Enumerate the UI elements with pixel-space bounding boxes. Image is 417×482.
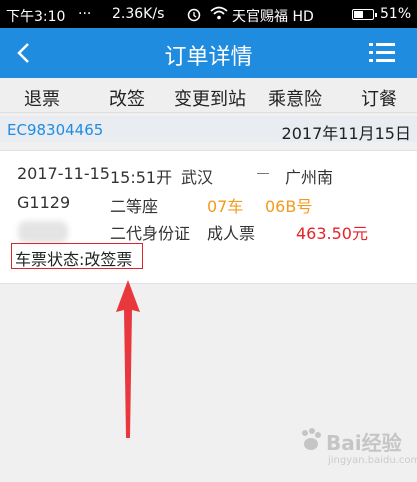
menu-list-icon (369, 43, 395, 62)
action-bar: 退票 改签 变更到站 乘意险 订餐 (0, 78, 417, 113)
page-title: 订单详情 (164, 45, 253, 70)
baidu-watermark: Bai经验 jingyan.baidu.com (298, 425, 417, 480)
insurance-button[interactable]: 乘意险 (268, 85, 322, 111)
status-carrier: 天官赐福 HD (232, 9, 314, 25)
order-number: EC98304465 (7, 121, 104, 139)
car-number: 07车 (207, 197, 244, 216)
ticket-status: 车票状态:改签票 (15, 250, 133, 269)
ticket-card[interactable]: 2017-11-15 15:51开 武汉 广州南 G1129 二等座 07车 0… (0, 150, 417, 284)
departure-date: 2017-11-15 (17, 164, 110, 183)
watermark-url: jingyan.baidu.com (328, 455, 417, 466)
red-annotation-arrow-icon (116, 280, 140, 438)
ticket-price: 463.50元 (296, 224, 368, 243)
change-ticket-button[interactable]: 改签 (109, 85, 145, 111)
status-dots: ... (78, 2, 92, 18)
id-type: 二代身份证 (110, 224, 191, 243)
ticket-status-highlight: 车票状态:改签票 (11, 243, 143, 269)
alarm-icon (186, 6, 202, 26)
order-info-bar: EC98304465 2017年11月15日 (0, 116, 417, 143)
ticket-type: 成人票 (207, 224, 256, 243)
watermark-brand: Bai经验 (326, 431, 402, 455)
order-date: 2017年11月15日 (281, 124, 411, 143)
train-number: G1129 (17, 193, 71, 212)
seat-number: 06B号 (265, 197, 313, 216)
battery-icon (352, 9, 377, 20)
route-arrow-icon (257, 173, 269, 174)
blurred-passenger-name (18, 221, 68, 243)
departure-time: 15:51开 (110, 168, 173, 187)
status-bar: 下午3:10 ... 2.36K/s 天官赐福 HD 51% (0, 0, 417, 28)
battery-percent: 51% (380, 6, 412, 22)
status-time: 下午3:10 (6, 9, 66, 25)
seat-class: 二等座 (110, 197, 159, 216)
status-network-speed: 2.36K/s (112, 6, 165, 22)
wifi-icon (210, 6, 228, 24)
title-bar: 订单详情 (0, 28, 417, 78)
from-station: 武汉 (181, 168, 214, 187)
change-destination-button[interactable]: 变更到站 (174, 85, 246, 111)
menu-button[interactable] (368, 39, 396, 67)
to-station: 广州南 (285, 168, 334, 187)
order-meal-button[interactable]: 订餐 (361, 85, 397, 111)
refund-button[interactable]: 退票 (24, 85, 60, 111)
paw-icon (302, 428, 321, 450)
